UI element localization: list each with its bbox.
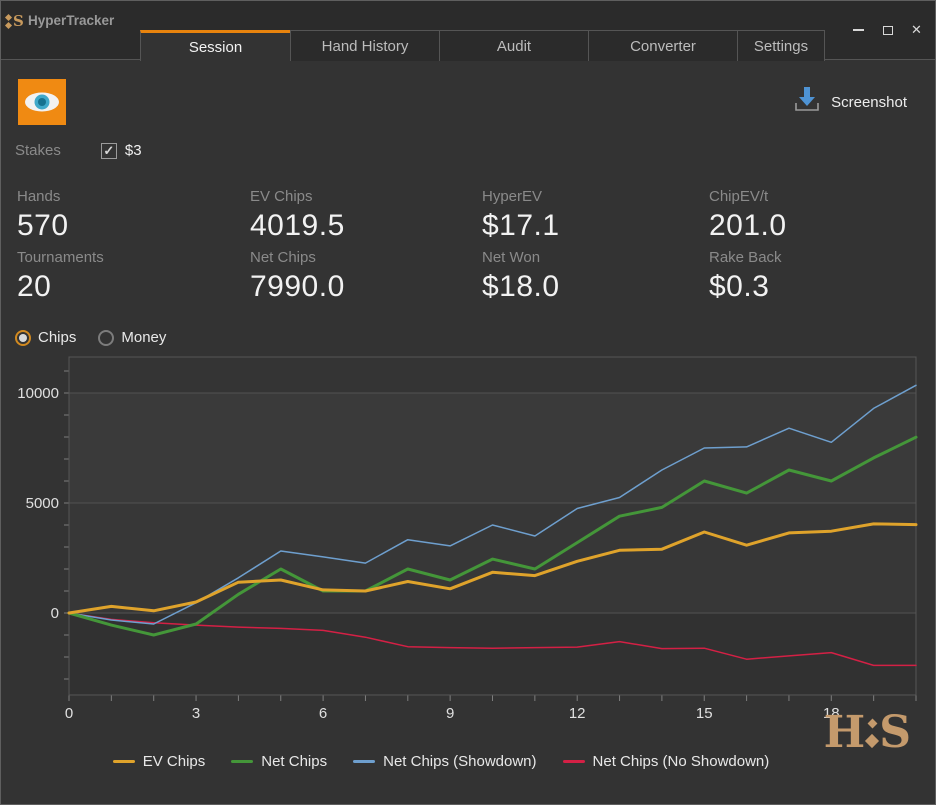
stat-hands: Hands 570: [17, 188, 69, 242]
maximize-icon[interactable]: [873, 19, 902, 41]
legend-item: Net Chips: [231, 753, 327, 770]
stat-net-won: Net Won $18.0: [482, 249, 560, 303]
app-logo-icon: S: [4, 12, 24, 30]
hs-logo-icon: H S: [823, 707, 911, 758]
legend-swatch-icon: [562, 760, 585, 763]
tab-session[interactable]: Session: [140, 30, 291, 61]
tab-bar: Session Hand History Audit Converter Set…: [140, 30, 825, 61]
legend-label: Net Chips (No Showdown): [592, 753, 770, 770]
stakes-filter: Stakes ✓ $3: [15, 142, 142, 159]
stat-hyperev: HyperEV $17.1: [482, 188, 560, 242]
svg-text:3: 3: [192, 705, 200, 722]
download-arrow-icon: [793, 85, 821, 118]
stat-tournaments: Tournaments 20: [17, 249, 104, 303]
svg-text:9: 9: [446, 705, 454, 722]
session-graph-canvas: 05000100000 3 6 9 12 15 18: [17, 356, 918, 722]
tab-converter[interactable]: Converter: [588, 30, 738, 61]
screenshot-button[interactable]: Screenshot: [793, 85, 907, 118]
svg-text:6: 6: [319, 705, 327, 722]
legend-swatch-icon: [353, 760, 376, 763]
legend-item: EV Chips: [112, 753, 206, 770]
svg-text:12: 12: [569, 705, 586, 722]
svg-text:0: 0: [51, 605, 59, 622]
chart-legend: EV Chips Net Chips Net Chips (Showdown) Net…: [1, 753, 881, 770]
legend-label: Net Chips (Showdown): [383, 753, 537, 770]
stat-chipev-t: ChipEV/t 201.0: [709, 188, 787, 242]
radio-money[interactable]: [98, 329, 115, 346]
radio-chips-label: Chips: [38, 329, 77, 346]
svg-text:10000: 10000: [17, 385, 59, 402]
legend-item: Net Chips (Showdown): [353, 753, 537, 770]
legend-item: Net Chips (No Showdown): [562, 753, 770, 770]
screenshot-label: Screenshot: [831, 94, 907, 111]
svg-text:15: 15: [696, 705, 713, 722]
stat-net-chips: Net Chips 7990.0: [250, 249, 345, 303]
svg-text:0: 0: [65, 705, 73, 722]
app-title: HyperTracker: [28, 13, 115, 28]
stat-rake-back: Rake Back $0.3: [709, 249, 782, 303]
radio-money-label: Money: [121, 329, 167, 346]
chart-unit-toggle: Chips Money: [15, 329, 166, 346]
session-stats: Hands 570 EV Chips 4019.5 HyperEV $17.1 …: [17, 187, 889, 309]
svg-text:5000: 5000: [26, 495, 59, 512]
radio-chips[interactable]: [15, 329, 31, 346]
legend-swatch-icon: [231, 760, 254, 763]
eye-icon[interactable]: [18, 79, 66, 125]
stakes-label: Stakes: [15, 142, 61, 159]
session-graph: 0 5000 10000 0 3 6 9 12 15 18: [1, 351, 936, 723]
tab-settings[interactable]: Settings: [737, 30, 825, 61]
legend-label: EV Chips: [142, 753, 206, 770]
minimize-icon[interactable]: [844, 19, 873, 41]
stakes-checkbox[interactable]: ✓: [100, 142, 117, 159]
legend-swatch-icon: [112, 760, 135, 763]
stat-ev-chips: EV Chips 4019.5: [250, 188, 345, 242]
stakes-value: $3: [124, 142, 142, 159]
tab-hand-history[interactable]: Hand History: [290, 30, 440, 61]
tab-audit[interactable]: Audit: [439, 30, 589, 61]
close-icon[interactable]: ✕: [902, 19, 931, 41]
legend-label: Net Chips: [261, 753, 328, 770]
